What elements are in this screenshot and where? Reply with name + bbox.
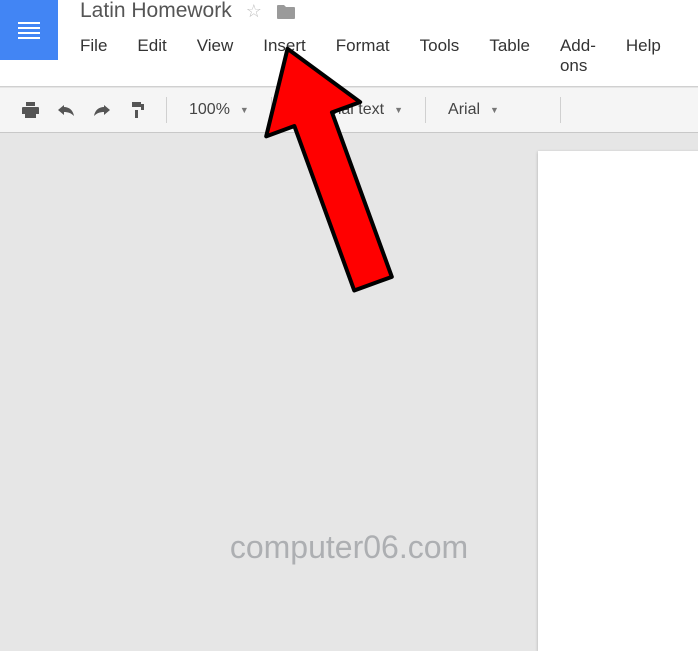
title-area: Latin Homework ☆ File Edit View Insert F…	[58, 0, 698, 86]
caret-down-icon: ▼	[490, 105, 499, 115]
print-button[interactable]	[14, 95, 46, 125]
star-icon[interactable]: ☆	[246, 1, 262, 22]
toolbar-separator	[271, 97, 272, 123]
undo-button[interactable]	[50, 95, 82, 125]
style-value: ormal text	[314, 101, 384, 119]
font-selector[interactable]: Arial ▼	[438, 95, 548, 125]
menu-insert[interactable]: Insert	[263, 32, 322, 80]
zoom-value: 100%	[189, 101, 230, 119]
document-page[interactable]	[538, 151, 698, 651]
toolbar-separator	[166, 97, 167, 123]
toolbar-separator	[560, 97, 561, 123]
menu-view[interactable]: View	[197, 32, 250, 80]
menu-table[interactable]: Table	[489, 32, 546, 80]
menu-edit[interactable]: Edit	[137, 32, 182, 80]
zoom-selector[interactable]: 100% ▼	[179, 95, 259, 125]
document-workspace	[0, 133, 698, 601]
title-row: Latin Homework ☆	[80, 0, 691, 22]
paragraph-style-selector[interactable]: ormal text ▼	[284, 95, 413, 125]
toolbar: 100% ▼ ormal text ▼ Arial ▼	[0, 87, 698, 133]
caret-down-icon: ▼	[394, 105, 403, 115]
folder-icon[interactable]	[276, 3, 296, 20]
menu-tools[interactable]: Tools	[420, 32, 476, 80]
menu-bar: File Edit View Insert Format Tools Table…	[80, 32, 691, 86]
menu-help[interactable]: Help	[626, 32, 677, 80]
header-bar: Latin Homework ☆ File Edit View Insert F…	[0, 0, 698, 87]
redo-button[interactable]	[86, 95, 118, 125]
caret-down-icon: ▼	[240, 105, 249, 115]
paint-format-button[interactable]	[122, 95, 154, 125]
menu-addons[interactable]: Add-ons	[560, 32, 612, 80]
docs-logo[interactable]	[0, 0, 58, 60]
docs-logo-icon	[18, 22, 40, 39]
menu-format[interactable]: Format	[336, 32, 406, 80]
menu-file[interactable]: File	[80, 32, 123, 80]
document-title[interactable]: Latin Homework	[80, 0, 232, 23]
toolbar-separator	[425, 97, 426, 123]
font-value: Arial	[448, 101, 480, 119]
